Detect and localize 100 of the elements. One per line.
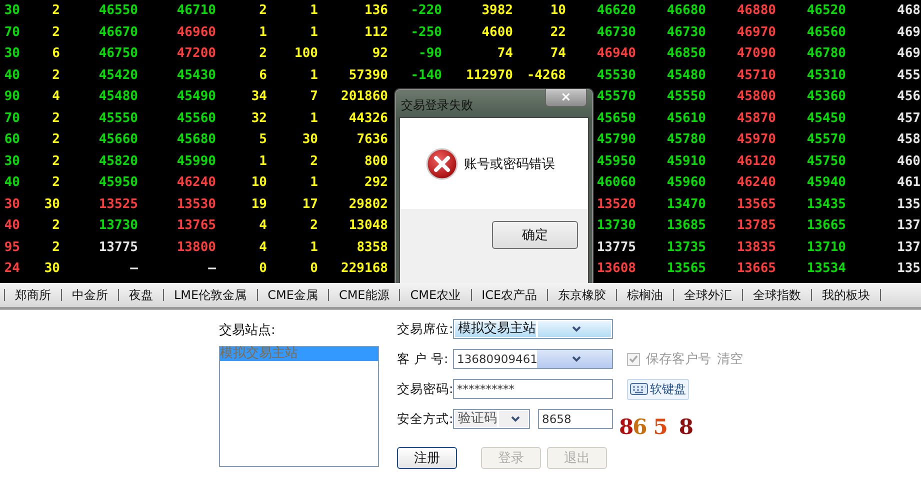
quote-value: 1 xyxy=(259,24,267,40)
captcha: 86 5 8 xyxy=(619,414,694,438)
quote-value: 13525 xyxy=(98,196,138,212)
quote-value: 13520 xyxy=(596,196,636,212)
form-button[interactable]: 注册 xyxy=(397,447,457,469)
quote-value: 45950 xyxy=(596,154,636,169)
quote-value: 45910 xyxy=(666,154,706,169)
quote-value: 135 xyxy=(897,261,920,276)
field-label: 交易席位: xyxy=(397,320,453,338)
quote-value: 45360 xyxy=(806,89,846,104)
quote-value: 45420 xyxy=(98,68,138,83)
soft-keyboard-button[interactable]: 软键盘 xyxy=(627,378,689,400)
quote-value: 19 xyxy=(251,196,267,212)
quote-value: 45970 xyxy=(736,132,776,148)
quote-value: 469 xyxy=(897,46,920,62)
quote-value: 45650 xyxy=(596,110,636,126)
quote-value: 45430 xyxy=(176,68,216,83)
market-tab[interactable]: ICE农产品 xyxy=(472,286,548,304)
dropdown[interactable]: 验证码 xyxy=(453,409,530,429)
quote-value: 45750 xyxy=(806,154,846,169)
quote-value: 13785 xyxy=(736,218,776,234)
quote-value: 1 xyxy=(310,24,318,40)
error-message: 账号或密码错误 xyxy=(464,156,555,172)
market-tab[interactable]: CME能源 xyxy=(328,286,400,304)
keyboard-icon xyxy=(630,383,648,395)
market-tab[interactable]: CME金属 xyxy=(258,286,328,304)
quote-value: 45450 xyxy=(806,110,846,126)
quote-value: 1 xyxy=(259,154,267,169)
quote-value: 46680 xyxy=(666,3,706,18)
dropdown[interactable]: 13680909461 xyxy=(453,349,613,369)
quote-value: 46120 xyxy=(736,154,776,169)
code-field[interactable]: 8658 xyxy=(538,409,613,429)
quote-value: 3982 xyxy=(482,3,513,18)
quote-value: 13608 xyxy=(596,261,636,276)
quote-value: -140 xyxy=(410,68,442,83)
quote-value: 29802 xyxy=(348,196,388,212)
quote-value: 45800 xyxy=(736,89,776,104)
password-field[interactable]: ********** xyxy=(453,379,613,399)
quote-value: 135 xyxy=(897,196,920,212)
quote-value: 460 xyxy=(897,154,920,169)
quote-value: 46560 xyxy=(806,24,846,40)
quote-value: 47200 xyxy=(176,46,216,62)
quote-value: 0 xyxy=(259,261,267,276)
quote-value: 46850 xyxy=(666,46,706,62)
quote-value: 13730 xyxy=(98,218,138,234)
quote-value: 45990 xyxy=(176,154,216,169)
quote-value: 13565 xyxy=(666,261,706,276)
quote-value: 47090 xyxy=(736,46,776,62)
checkbox-label: 保存客户号 xyxy=(646,351,711,368)
quote-value: 2 xyxy=(310,154,318,169)
quote-value: 45790 xyxy=(596,132,636,148)
quote-value: 44326 xyxy=(348,110,388,126)
quote-value: 13775 xyxy=(596,240,636,255)
market-tab[interactable]: 全球指数 xyxy=(743,286,812,304)
quote-value: 10 xyxy=(251,175,267,190)
quote-value: 30 xyxy=(44,196,60,212)
quote-value: 0 xyxy=(310,261,318,276)
field-label: 交易密码: xyxy=(397,380,453,398)
quote-value: 4 xyxy=(52,89,60,104)
market-tab[interactable]: CME农业 xyxy=(400,286,471,304)
quote-value: 17 xyxy=(302,196,318,212)
quote-value: 13665 xyxy=(736,261,776,276)
quote-value: 457 xyxy=(897,110,920,126)
quote-value: 4 xyxy=(259,240,267,255)
quote-value: -220 xyxy=(410,3,442,18)
quote-value: 22 xyxy=(550,24,566,40)
quote-value: 74 xyxy=(550,46,566,62)
quote-value: 45480 xyxy=(98,89,138,104)
quote-value: 13565 xyxy=(736,196,776,212)
market-tab[interactable]: 中金所 xyxy=(62,286,118,304)
quote-value: -90 xyxy=(418,46,442,62)
quote-value: 45490 xyxy=(176,89,216,104)
quote-value: 292 xyxy=(364,175,388,190)
quote-value: 30 xyxy=(4,3,20,18)
quote-value: 2 xyxy=(52,175,60,190)
quote-value: 13470 xyxy=(666,196,706,212)
market-tab[interactable]: 棕榈油 xyxy=(617,286,674,304)
quote-value: 2 xyxy=(52,154,60,169)
dropdown[interactable]: 模拟交易主站 xyxy=(453,319,613,339)
quote-value: 2 xyxy=(52,132,60,148)
quote-value: 13435 xyxy=(806,196,846,212)
quote-value: 46710 xyxy=(176,3,216,18)
quote-value: — xyxy=(208,261,216,276)
ok-button[interactable]: 确定 xyxy=(492,221,578,249)
market-tab[interactable]: 全球外汇 xyxy=(674,286,742,304)
market-tab[interactable]: LME伦敦金属 xyxy=(164,286,257,304)
quote-value: 45710 xyxy=(736,68,776,83)
quote-value: 46730 xyxy=(596,24,636,40)
quote-value: -4268 xyxy=(526,68,566,83)
market-tab[interactable]: 我的板块 xyxy=(812,286,880,304)
market-tab[interactable]: 东京橡胶 xyxy=(548,286,616,304)
quote-value: 13775 xyxy=(98,240,138,255)
market-tab[interactable]: 郑商所 xyxy=(5,286,61,304)
quote-value: 2 xyxy=(310,218,318,234)
field-label: 安全方式: xyxy=(397,410,453,428)
quote-value: 45950 xyxy=(98,175,138,190)
market-tab[interactable]: 夜盘 xyxy=(119,286,163,304)
quote-value: 40 xyxy=(4,218,20,234)
quote-value: 45960 xyxy=(666,175,706,190)
quote-value: 92 xyxy=(372,46,388,62)
